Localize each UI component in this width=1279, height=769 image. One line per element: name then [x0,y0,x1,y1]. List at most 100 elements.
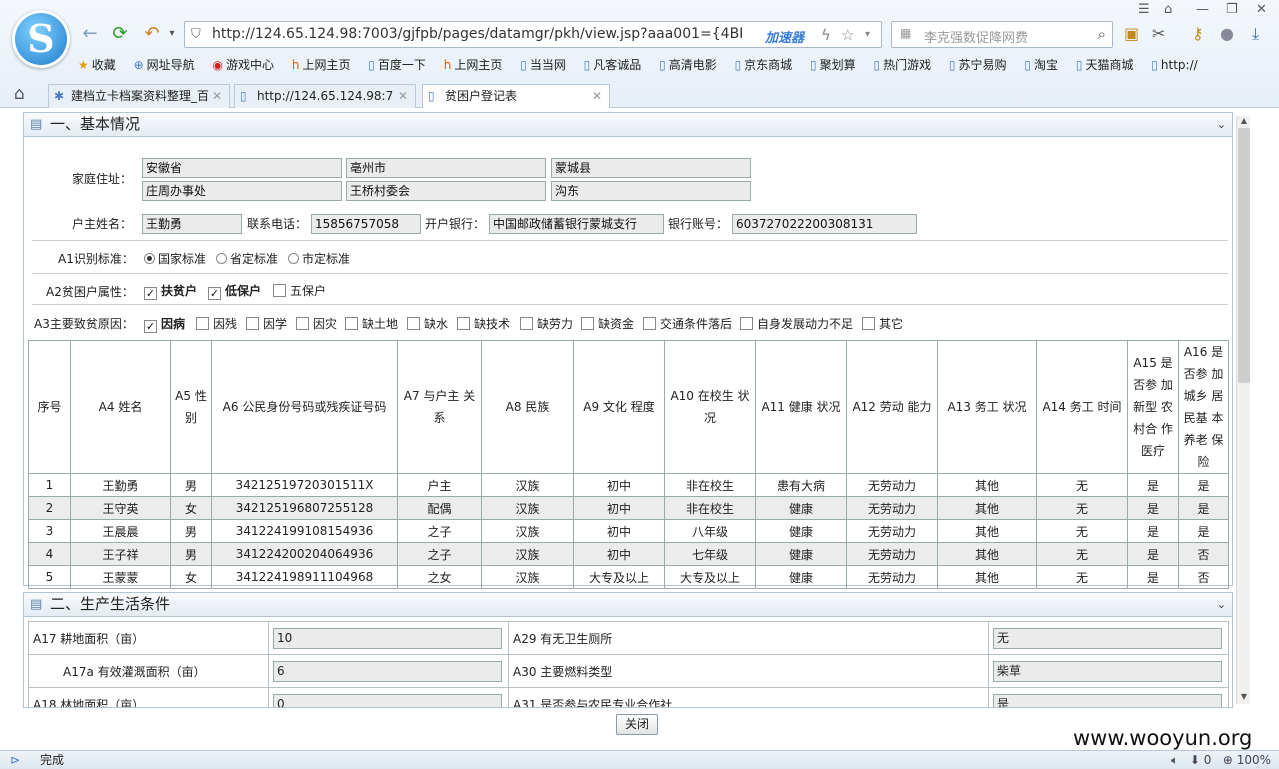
a2-option-fupin[interactable]: ✓ 扶贫户 [144,282,197,300]
bookmark-item[interactable]: ▯ 聚划算 [810,56,856,73]
table-row: A17 耕地面积（亩） 10 A29 有无卫生厕所 无 [28,621,1229,655]
radio-icon[interactable] [144,253,155,264]
a1-option-national[interactable]: 国家标准 [144,250,206,267]
checkbox-icon[interactable] [273,284,286,297]
url-text[interactable]: http://124.65.124.98:7003/gjfpb/pages/da… [212,26,742,42]
bookmark-item[interactable]: h 上网主页 [444,56,503,73]
checkbox-icon[interactable] [740,317,753,330]
bookmark-item[interactable]: ▯ 淘宝 [1024,56,1058,73]
a3-option[interactable]: 因灾 [296,315,337,332]
bookmark-item[interactable]: ★ 收藏 [78,56,116,73]
checkbox-icon[interactable] [246,317,259,330]
checkbox-icon[interactable] [457,317,470,330]
checkbox-icon[interactable] [196,317,209,330]
a1-option-city[interactable]: 市定标准 [288,250,350,267]
bookmark-item[interactable]: ▯ http:// [1151,58,1197,72]
checkbox-icon[interactable] [862,317,875,330]
key-icon[interactable]: ⚷ [1192,24,1204,43]
bookmark-item[interactable]: ▯ 京东商城 [735,56,793,73]
tab-archive[interactable]: ✱ 建档立卡档案资料整理_百 ✕ [48,84,230,108]
a3-option[interactable]: 缺劳力 [520,315,573,332]
scroll-up-icon[interactable]: ▲ [1237,116,1251,128]
menu-icon[interactable]: ☰ [1138,2,1150,17]
a3-option[interactable]: 因残 [196,315,237,332]
search-box[interactable]: ▦ 李克强数促降网费 ⌕ [891,21,1113,48]
bookmark-item[interactable]: ⊕ 网址导航 [134,56,195,73]
a3-option[interactable]: 因学 [246,315,287,332]
close-button[interactable]: 关闭 [616,714,658,735]
checkbox-checked-icon[interactable]: ✓ [208,287,221,300]
a3-option[interactable]: 缺技术 [457,315,510,332]
checkbox-icon[interactable] [407,317,420,330]
scroll-thumb[interactable] [1238,128,1250,383]
radio-icon[interactable] [216,253,227,264]
minimize-icon[interactable]: — [1196,2,1209,17]
table-cell: 无 [1036,519,1128,543]
a3-option[interactable]: ✓ 因病 [144,315,185,333]
address-bar[interactable]: ⛉ http://124.65.124.98:7003/gjfpb/pages/… [184,21,882,48]
maximize-icon[interactable]: ❐ [1226,2,1238,17]
vertical-scrollbar[interactable]: ▲ ▼ [1236,116,1250,704]
zoom-level[interactable]: 100% [1237,753,1271,767]
bookmark-item[interactable]: ▯ 当当网 [520,56,566,73]
more-icon[interactable]: ● [1220,24,1234,43]
browser-logo[interactable]: S [12,10,70,68]
tab-ip[interactable]: ▯ http://124.65.124.98:7 ✕ [234,84,416,108]
checkbox-icon[interactable] [345,317,358,330]
zoom-icon[interactable]: ⊕ [1223,753,1233,767]
a3-option[interactable]: 其它 [862,315,903,332]
checkbox-checked-icon[interactable]: ✓ [144,320,157,333]
radio-icon[interactable] [288,253,299,264]
a3-option[interactable]: 缺资金 [581,315,634,332]
undo-dropdown-icon[interactable]: ▾ [160,22,184,46]
accelerator-button[interactable]: 加速器 [765,27,804,46]
address-dropdown-icon[interactable]: ▾ [865,29,870,40]
bookmark-item[interactable]: ▯ 凡客诚品 [584,56,642,73]
close-tab-icon[interactable]: ✕ [592,85,602,107]
paste-icon[interactable]: ▣ [1124,24,1139,43]
tab-poverty-form[interactable]: ▯ 贫困户登记表 ✕ [422,84,610,109]
volume-icon[interactable]: 🔈︎ [1171,753,1178,767]
star-icon[interactable]: ☆ [841,26,854,44]
search-icon[interactable]: ⌕ [1098,25,1106,43]
bookmark-item[interactable]: h 上网主页 [292,56,351,73]
skin-icon[interactable]: ⌂ [1164,2,1172,17]
a3-option[interactable]: 交通条件落后 [643,315,732,332]
bookmark-item[interactable]: ▯ 热门游戏 [873,56,931,73]
play-icon[interactable]: ⊳ [10,751,20,769]
table-row: 2 王守英女 342125196807255128 配偶 汉族 初中 非在校生 健康 无劳动力其… [28,496,1229,520]
scissors-icon[interactable]: ✂ [1152,24,1165,43]
checkbox-icon[interactable] [581,317,594,330]
checkbox-icon[interactable] [296,317,309,330]
checkbox-icon[interactable] [643,317,656,330]
a2-option-wubao[interactable]: 五保户 [273,282,326,299]
download-status-icon[interactable]: ⬇ [1190,753,1200,767]
table-cell: 其他 [937,542,1037,566]
search-engine-icon[interactable]: ▦ [900,26,911,40]
a3-option[interactable]: 缺土地 [345,315,398,332]
scroll-down-icon[interactable]: ▼ [1237,692,1251,704]
bookmark-item[interactable]: ◉ 游戏中心 [213,56,275,73]
a2-option-dibao[interactable]: ✓ 低保户 [208,282,261,300]
a3-option[interactable]: 自身发展动力不足 [740,315,853,332]
close-tab-icon[interactable]: ✕ [212,85,222,107]
download-icon[interactable]: ⤓ [1252,24,1259,44]
refresh-icon[interactable]: ⟳ [108,22,132,46]
bookmark-item[interactable]: ▯ 苏宁易购 [949,56,1007,73]
checkbox-checked-icon[interactable]: ✓ [144,287,157,300]
search-input[interactable]: 李克强数促降网费 [924,27,1028,46]
bookmark-item[interactable]: ▯ 高清电影 [659,56,717,73]
cond-value: 柴草 [993,660,1222,682]
lightning-icon[interactable]: ϟ [821,26,831,44]
checkbox-icon[interactable] [520,317,533,330]
close-tab-icon[interactable]: ✕ [398,85,408,107]
a3-option[interactable]: 缺水 [407,315,448,332]
bookmark-item[interactable]: ▯ 百度一下 [368,56,426,73]
back-icon[interactable]: ← [78,22,102,46]
table-cell: 健康 [755,496,847,520]
bookmark-item[interactable]: ▯ 天猫商城 [1076,56,1134,73]
bank-field: 中国邮政储蓄银行蒙城支行 [489,214,664,234]
a1-option-provincial[interactable]: 省定标准 [216,250,278,267]
table-cell: 无劳动力 [846,542,938,566]
close-window-icon[interactable]: ✕ [1256,2,1267,17]
